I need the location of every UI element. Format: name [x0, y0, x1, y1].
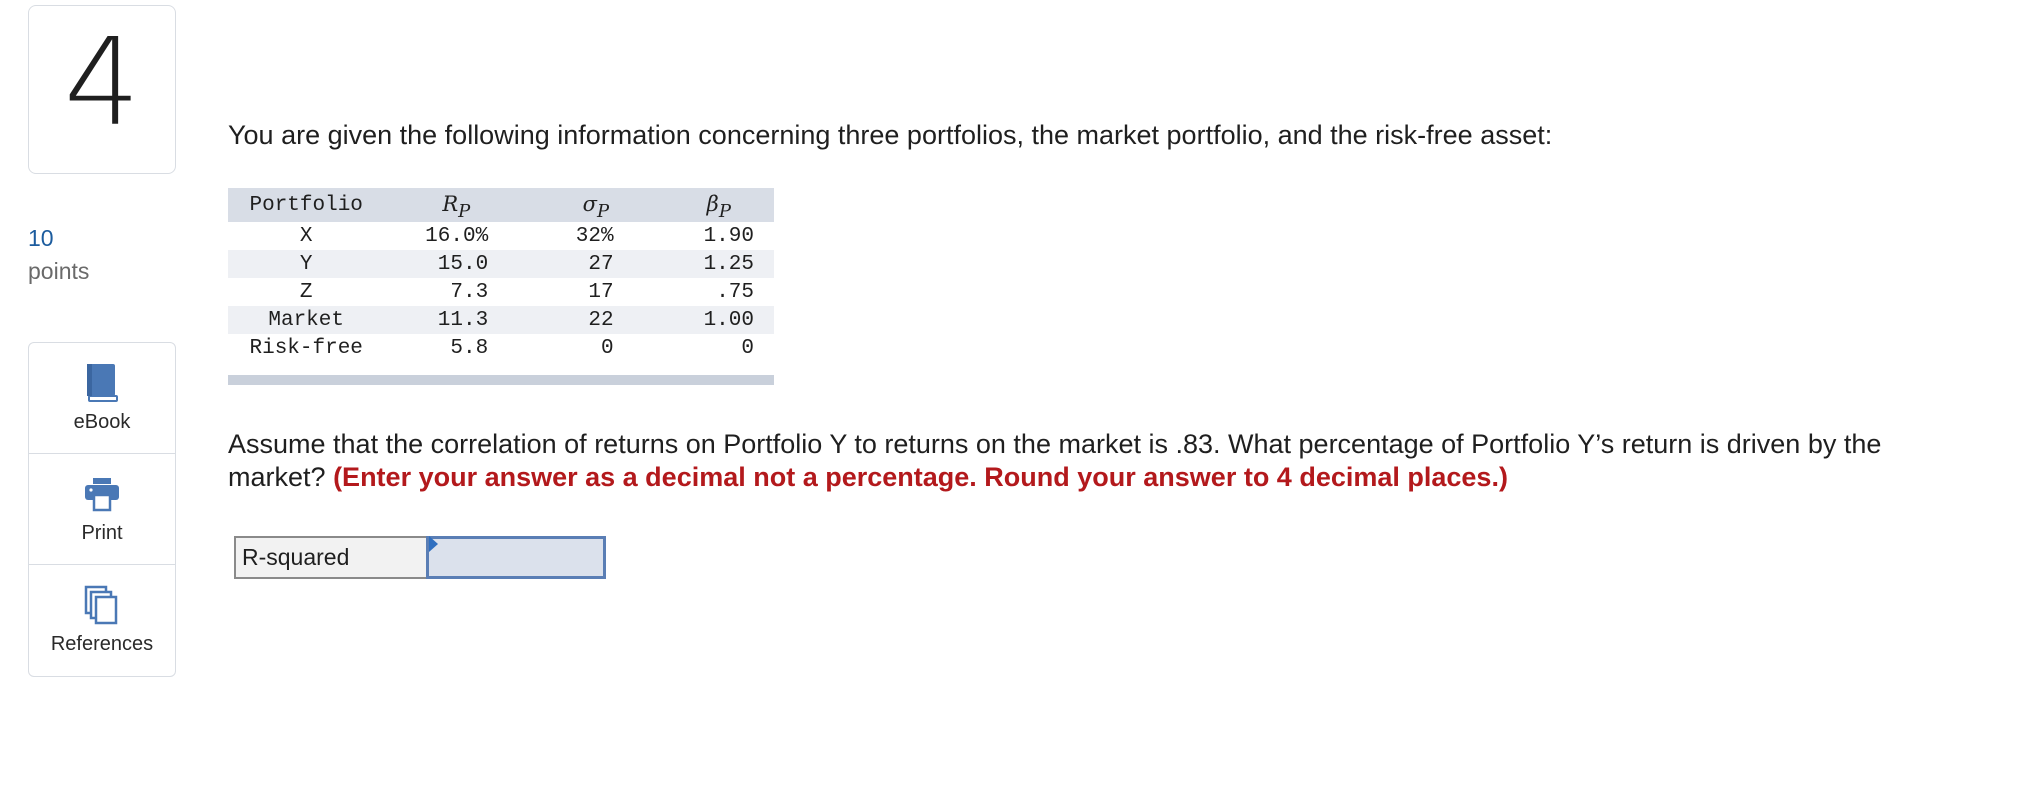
- cell-beta: 1.25: [663, 250, 774, 278]
- references-label: References: [50, 633, 154, 655]
- header-sigma: σP: [528, 188, 664, 222]
- cell-return: 11.3: [384, 306, 529, 334]
- cell-return: 5.8: [450, 336, 489, 360]
- question-number: 4: [63, 13, 141, 153]
- table-row: Market 11.3 22 1.00: [228, 306, 774, 334]
- header-beta-symbol: β: [706, 192, 719, 216]
- points-label: points: [28, 258, 90, 284]
- table-row: Y 15.0 27 1.25: [228, 250, 774, 278]
- answer-field-wrapper: [426, 536, 606, 579]
- cell-return: 7.3: [450, 280, 489, 304]
- header-beta-sub: P: [718, 201, 731, 222]
- cell-beta: 1.00: [663, 306, 774, 334]
- cell-return: 15.0: [384, 250, 529, 278]
- question-number-box: 4: [28, 5, 176, 174]
- answer-label: R-squared: [234, 536, 426, 579]
- cell-beta: 1.90: [703, 224, 754, 248]
- ebook-label: eBook: [73, 411, 131, 433]
- documents-icon: [82, 585, 122, 625]
- question-paragraph: Assume that the correlation of returns o…: [228, 428, 1928, 494]
- print-button[interactable]: Print: [29, 454, 175, 565]
- cell-sigma: 22: [528, 306, 664, 334]
- cell-portfolio: Market: [228, 306, 385, 334]
- cell-sigma: 27: [528, 250, 664, 278]
- cell-beta: 0: [741, 336, 754, 360]
- header-return-sub: P: [458, 201, 471, 222]
- table-row: X 16.0% 32% 1.90: [228, 222, 774, 250]
- header-beta: βP: [663, 188, 774, 222]
- tools-panel: eBook Print References: [28, 342, 176, 677]
- intro-text: You are given the following information …: [228, 120, 1553, 150]
- cell-portfolio: Risk-free: [249, 336, 363, 360]
- table-header-row: Portfolio RP σP βP: [228, 188, 774, 222]
- cell-sigma: 0: [601, 336, 614, 360]
- header-sigma-sub: P: [597, 201, 610, 222]
- cell-sigma: 17: [588, 280, 614, 304]
- header-portfolio: Portfolio: [228, 188, 385, 222]
- cell-return: 16.0%: [425, 224, 489, 248]
- table-footer-bar: [228, 375, 774, 385]
- ebook-button[interactable]: eBook: [29, 343, 175, 454]
- cell-portfolio: X: [299, 224, 313, 248]
- r-squared-input[interactable]: [429, 539, 603, 576]
- flag-icon: [429, 536, 438, 552]
- header-return-symbol: R: [442, 192, 459, 216]
- book-icon: [82, 363, 122, 403]
- printer-icon: [82, 474, 122, 514]
- answer-row: R-squared: [234, 536, 606, 579]
- table-row: Risk-free 5.8 0 0: [228, 334, 774, 362]
- table-row: Z 7.3 17 .75: [228, 278, 774, 306]
- cell-beta: .75: [716, 280, 754, 304]
- header-return: RP: [384, 188, 529, 222]
- cell-portfolio: Y: [228, 250, 385, 278]
- portfolio-table: Portfolio RP σP βP X 16.0% 32% 1.90 Y 15…: [228, 188, 774, 362]
- cell-sigma: 32%: [575, 224, 614, 248]
- header-sigma-symbol: σ: [582, 192, 597, 216]
- references-button[interactable]: References: [29, 565, 175, 676]
- instruction-text: (Enter your answer as a decimal not a pe…: [333, 462, 1508, 492]
- print-label: Print: [81, 522, 123, 544]
- points-value: 10: [28, 225, 54, 251]
- cell-portfolio: Z: [299, 280, 313, 304]
